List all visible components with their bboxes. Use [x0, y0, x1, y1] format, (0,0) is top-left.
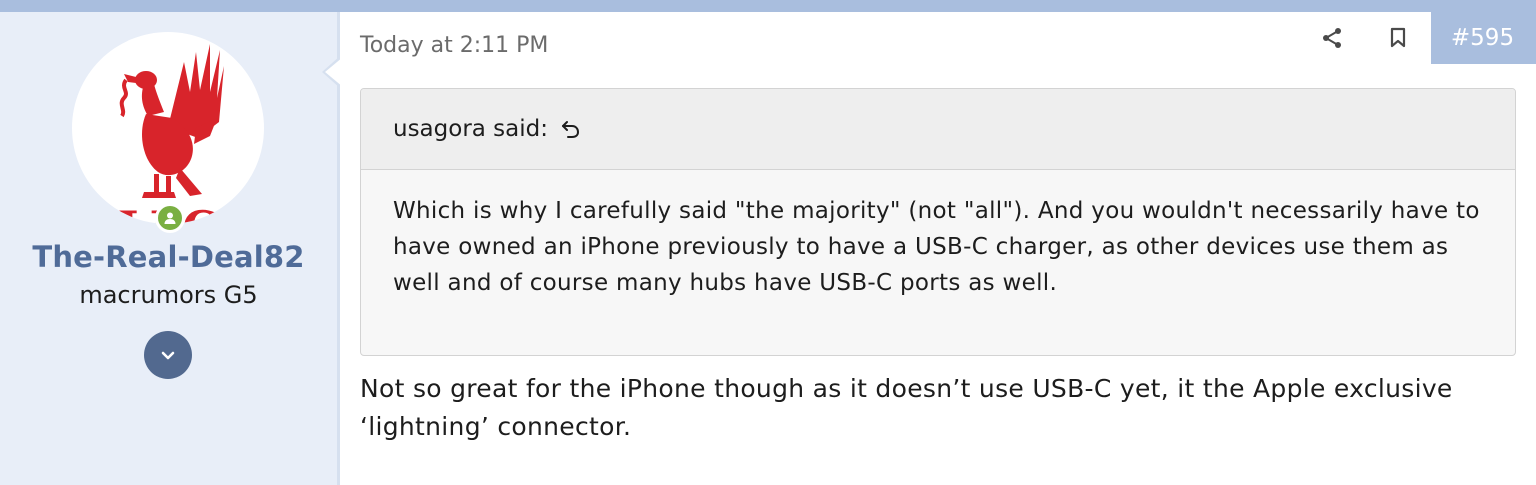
quote-author[interactable]: usagora said: [393, 116, 548, 142]
online-status-indicator [155, 203, 185, 233]
post-body-text: Not so great for the iPhone though as it… [360, 374, 1453, 441]
top-accent-strip [0, 0, 1536, 12]
quote-header: usagora said: [361, 89, 1515, 170]
bookmark-icon [1390, 27, 1406, 48]
expand-user-info-button[interactable] [144, 331, 192, 379]
user-icon [164, 212, 176, 224]
post-timestamp[interactable]: Today at 2:11 PM [360, 33, 548, 58]
chevron-down-icon [161, 351, 175, 360]
share-icon [1323, 28, 1341, 48]
quote-block: usagora said: Which is why I carefully s… [360, 88, 1516, 356]
username-link[interactable]: The-Real-Deal82 [0, 240, 337, 274]
quote-text: Which is why I carefully said "the major… [393, 198, 1480, 296]
share-button[interactable] [1318, 24, 1346, 52]
liverbird-logo: LFC [117, 44, 224, 224]
user-title: macrumors G5 [79, 281, 258, 309]
avatar[interactable]: LFC [72, 32, 264, 224]
bookmark-button[interactable] [1384, 24, 1412, 52]
arrow-back-icon[interactable] [560, 118, 582, 140]
sidebar-pointer-arrow [322, 56, 343, 88]
post-number-link[interactable]: #595 [1431, 12, 1536, 64]
